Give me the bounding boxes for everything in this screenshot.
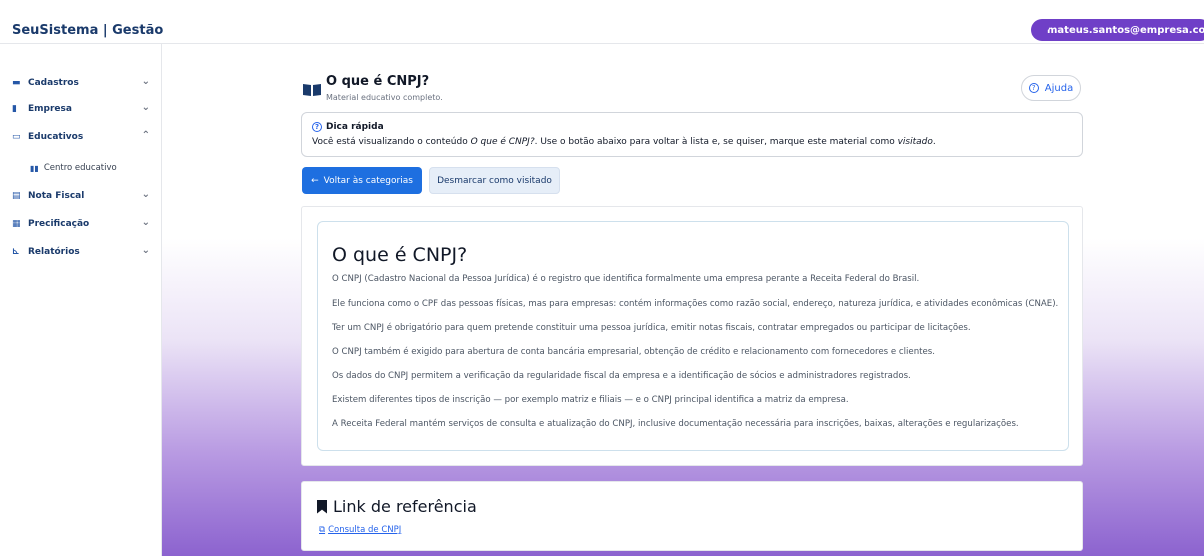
tip-text-part: Você está visualizando o conteúdo bbox=[312, 137, 471, 147]
chevron-down-icon: ⌄ bbox=[141, 245, 150, 256]
external-link-icon: ⧉ bbox=[319, 525, 326, 535]
sidebar-item-precificacao[interactable]: ▦ Precificação ⌄ bbox=[12, 215, 152, 233]
receipt-icon: ▤ bbox=[12, 191, 21, 201]
book-icon: ▮▮ bbox=[30, 163, 39, 173]
brand-title[interactable]: SeuSistema | Gestão bbox=[12, 23, 163, 38]
reference-title-text: Link de referência bbox=[333, 497, 477, 516]
article-paragraph: O CNPJ também é exigido para abertura de… bbox=[332, 347, 936, 357]
unmark-button-label: Desmarcar como visitado bbox=[437, 175, 552, 186]
question-circle-icon: ? bbox=[1028, 83, 1039, 93]
article-card: O que é CNPJ? O CNPJ (Cadastro Nacional … bbox=[301, 206, 1083, 466]
sidebar-item-cadastros[interactable]: ▬ Cadastros ⌄ bbox=[12, 74, 152, 92]
tip-text-part: . bbox=[932, 137, 936, 147]
page-title: O que é CNPJ? bbox=[326, 74, 430, 89]
building-icon: ▮ bbox=[12, 104, 17, 114]
sidebar-item-educativos[interactable]: ▭ Educativos ⌃ bbox=[12, 128, 152, 146]
sidebar-item-label: Empresa bbox=[28, 104, 72, 114]
question-circle-icon: ? bbox=[312, 122, 322, 132]
sidebar-item-label: Precificação bbox=[28, 219, 90, 229]
chalkboard-icon: ▭ bbox=[12, 132, 21, 142]
sidebar-item-empresa[interactable]: ▮ Empresa ⌄ bbox=[12, 100, 152, 118]
chevron-down-icon: ⌄ bbox=[141, 217, 150, 228]
article-paragraph: Ele funciona como o CPF das pessoas físi… bbox=[332, 299, 1059, 309]
article-paragraph: Os dados do CNPJ permitem a verificação … bbox=[332, 371, 911, 381]
tip-text-part: . Use o botão abaixo para voltar à lista… bbox=[534, 137, 898, 147]
tip-text-emphasis: visitado bbox=[897, 137, 933, 147]
chevron-up-icon: ⌃ bbox=[141, 130, 150, 141]
help-button[interactable]: ? Ajuda bbox=[1021, 75, 1081, 101]
reference-link-label: Consulta de CNPJ bbox=[328, 525, 402, 535]
quick-tip-alert: ? Dica rápida Você está visualizando o c… bbox=[301, 112, 1083, 157]
sidebar-item-label: Relatórios bbox=[28, 247, 80, 257]
reference-title: Link de referência bbox=[317, 497, 477, 516]
folder-icon: ▬ bbox=[12, 78, 21, 88]
bookmark-icon bbox=[317, 499, 327, 514]
sidebar-item-nota-fiscal[interactable]: ▤ Nota Fiscal ⌄ bbox=[12, 187, 152, 205]
top-navbar: SeuSistema | Gestão mateus.santos@empres… bbox=[0, 0, 1204, 44]
chevron-down-icon: ⌄ bbox=[141, 76, 150, 87]
back-button-label: Voltar às categorias bbox=[323, 175, 413, 186]
article-paragraph: Ter um CNPJ é obrigatório para quem pret… bbox=[332, 323, 971, 333]
sidebar: ▬ Cadastros ⌄ ▮ Empresa ⌄ ▭ Educativos ⌃… bbox=[0, 44, 162, 556]
sidebar-subitem-label: Centro educativo bbox=[43, 163, 117, 173]
open-book-icon bbox=[302, 82, 322, 101]
back-to-categories-button[interactable]: ← Voltar às categorias bbox=[302, 167, 422, 194]
sidebar-item-label: Educativos bbox=[28, 132, 84, 142]
article-body: O que é CNPJ? O CNPJ (Cadastro Nacional … bbox=[317, 221, 1069, 451]
tip-text: Você está visualizando o conteúdo O que … bbox=[312, 137, 936, 147]
sidebar-item-label: Nota Fiscal bbox=[28, 191, 85, 201]
tip-title: ? Dica rápida bbox=[312, 122, 384, 132]
sidebar-item-relatorios[interactable]: ⊾ Relatórios ⌄ bbox=[12, 243, 152, 261]
user-menu-button[interactable]: mateus.santos@empresa.com ▾ bbox=[1031, 19, 1204, 41]
article-paragraph: O CNPJ (Cadastro Nacional da Pessoa Jurí… bbox=[332, 274, 920, 284]
article-paragraph: Existem diferentes tipos de inscrição — … bbox=[332, 395, 849, 405]
article-title: O que é CNPJ? bbox=[332, 244, 468, 266]
chart-icon: ⊾ bbox=[12, 247, 20, 257]
sidebar-subitem-centro-educativo[interactable]: ▮▮ Centro educativo bbox=[30, 160, 150, 176]
reference-link[interactable]: ⧉ Consulta de CNPJ bbox=[319, 525, 401, 535]
tip-title-text: Dica rápida bbox=[326, 122, 384, 132]
calculator-icon: ▦ bbox=[12, 219, 21, 229]
reference-card: Link de referência ⧉ Consulta de CNPJ bbox=[301, 481, 1083, 551]
chevron-down-icon: ⌄ bbox=[141, 102, 150, 113]
user-email: mateus.santos@empresa.com bbox=[1047, 24, 1204, 36]
page-subtitle: Material educativo completo. bbox=[326, 93, 443, 102]
unmark-visited-button[interactable]: Desmarcar como visitado bbox=[429, 167, 560, 194]
arrow-left-icon: ← bbox=[311, 175, 319, 186]
sidebar-item-label: Cadastros bbox=[28, 78, 79, 88]
article-paragraph: A Receita Federal mantém serviços de con… bbox=[332, 419, 1019, 429]
help-label: Ajuda bbox=[1044, 82, 1074, 94]
chevron-down-icon: ⌄ bbox=[141, 189, 150, 200]
tip-text-emphasis: O que é CNPJ? bbox=[470, 137, 535, 147]
